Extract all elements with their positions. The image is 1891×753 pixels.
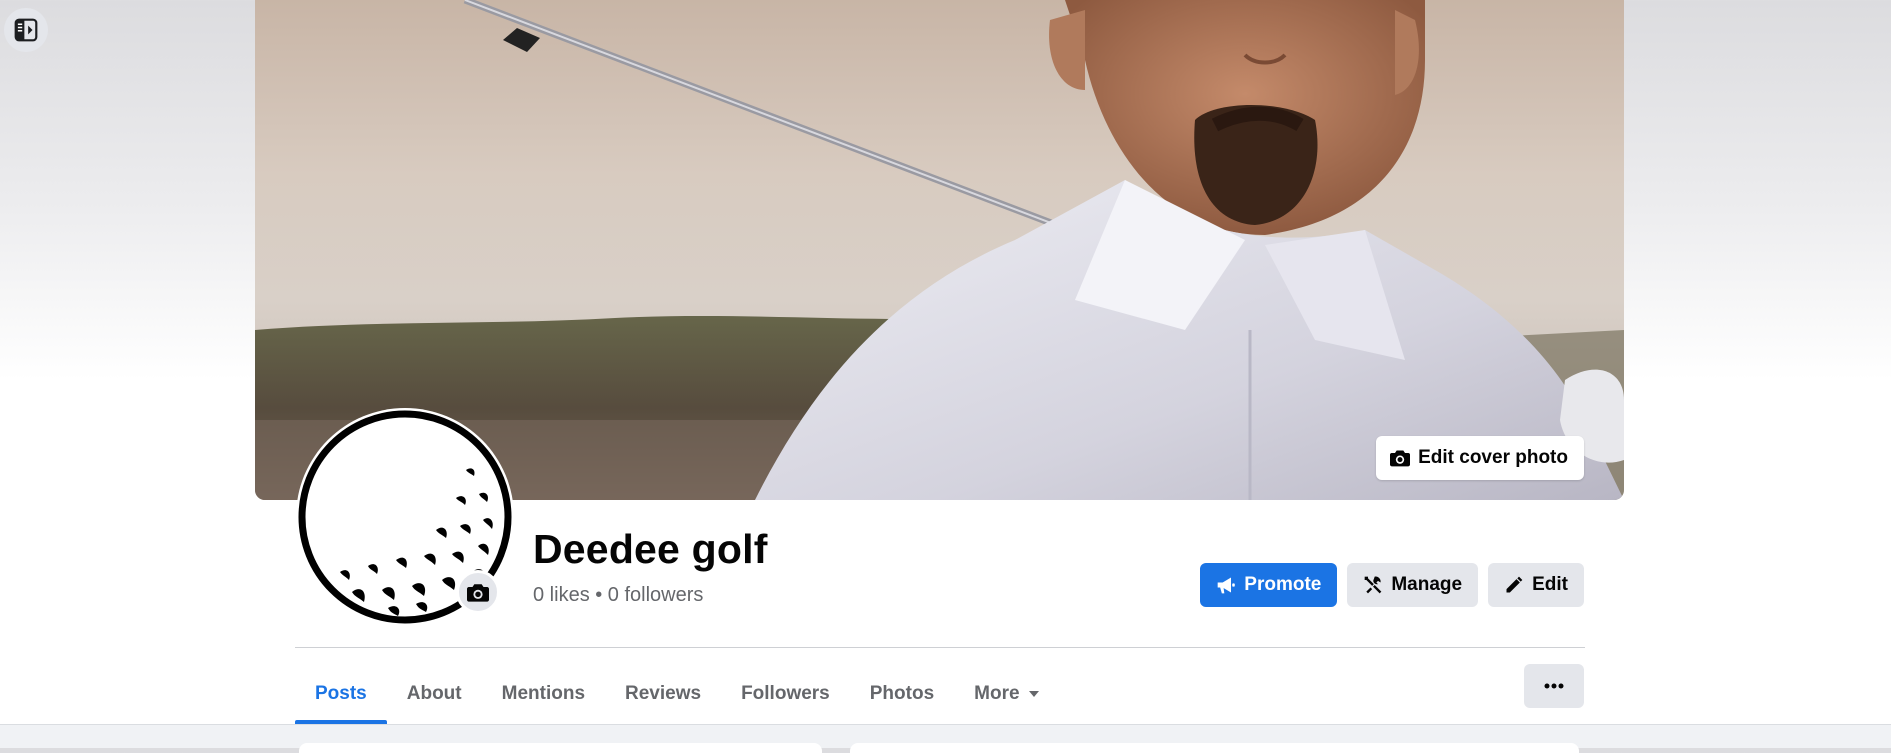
tab-followers[interactable]: Followers [721, 664, 850, 724]
tab-label: More [974, 683, 1020, 704]
edit-cover-photo-button[interactable]: Edit cover photo [1376, 436, 1584, 480]
tab-posts[interactable]: Posts [295, 664, 387, 724]
edit-label: Edit [1532, 574, 1568, 595]
tab-about[interactable]: About [387, 664, 482, 724]
header-divider [295, 647, 1585, 648]
camera-icon [1390, 450, 1411, 467]
promote-button[interactable]: Promote [1200, 563, 1338, 607]
tab-label: Photos [869, 683, 935, 704]
tools-icon [1365, 576, 1382, 594]
tab-photos[interactable]: Photos [850, 664, 954, 724]
sidebar-panel-icon [14, 18, 38, 42]
promote-label: Promote [1244, 574, 1322, 595]
manage-button[interactable]: Manage [1347, 563, 1479, 607]
feed-card-right [850, 743, 1579, 753]
tab-label: Posts [315, 683, 367, 704]
tab-reviews[interactable]: Reviews [605, 664, 721, 724]
manage-label: Manage [1391, 574, 1463, 595]
page-tabs: Posts About Mentions Reviews Followers P… [295, 664, 1060, 724]
tab-mentions[interactable]: Mentions [482, 664, 605, 724]
page-title: Deedee golf [533, 526, 768, 572]
edit-cover-photo-label: Edit cover photo [1418, 447, 1568, 468]
megaphone-icon [1217, 577, 1236, 594]
more-options-button[interactable] [1524, 664, 1584, 708]
update-profile-picture-button[interactable] [456, 570, 500, 614]
page-actions: Promote Manage Edit [1200, 563, 1584, 607]
camera-icon [467, 583, 489, 602]
pencil-icon [1506, 576, 1523, 593]
tab-label: Mentions [501, 683, 586, 704]
tab-label: Followers [741, 683, 830, 704]
feed-card-left [299, 743, 822, 753]
ellipsis-icon [1544, 683, 1564, 689]
tab-label: About [406, 683, 462, 704]
tab-more[interactable]: More [954, 664, 1059, 724]
page-stats: 0 likes • 0 followers [533, 584, 704, 606]
tab-label: Reviews [625, 683, 702, 704]
caret-down-icon [1028, 691, 1039, 697]
sidebar-toggle-button[interactable] [4, 8, 48, 52]
edit-button[interactable]: Edit [1488, 563, 1584, 607]
